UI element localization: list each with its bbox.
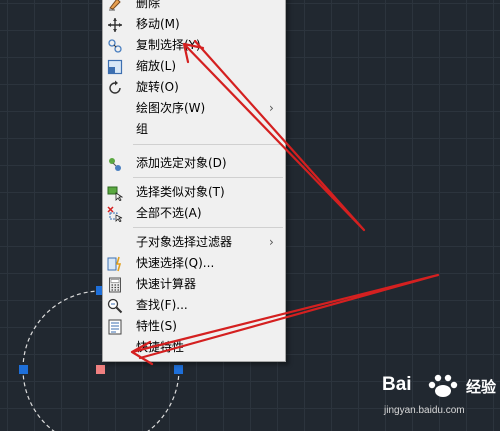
quick-select-icon: [106, 255, 123, 272]
menu-item-find[interactable]: 查找(F)...: [103, 295, 285, 316]
baidu-jingyan-watermark: Bai 经验 jingyan.baidu.com: [382, 372, 496, 424]
menu-item-delete[interactable]: 删除: [103, 0, 285, 14]
menu-label: 复制选择(Y): [136, 38, 201, 52]
context-menu: 删除 移动(M) 复制选择(Y) 缩放(L) 旋转(O) 绘图次序(W) › 组: [102, 0, 286, 362]
menu-label: 快捷特性: [136, 340, 185, 354]
grip-left[interactable]: [19, 365, 28, 374]
menu-label: 缩放(L): [136, 59, 177, 73]
menu-label: 删除: [136, 0, 161, 10]
menu-item-properties[interactable]: 特性(S): [103, 316, 285, 337]
menu-item-move[interactable]: 移动(M): [103, 14, 285, 35]
eraser-icon: [106, 0, 123, 12]
scale-icon: [106, 58, 123, 75]
watermark-brand-suffix: 经验: [466, 378, 497, 396]
menu-item-rotate[interactable]: 旋转(O): [103, 77, 285, 98]
copy-objects-icon: [106, 37, 123, 54]
move-cross-icon: [106, 16, 123, 33]
rotate-icon: [106, 79, 123, 96]
menu-label: 组: [136, 122, 149, 136]
menu-separator: [133, 177, 283, 178]
menu-label: 快速计算器: [136, 277, 197, 291]
deselect-all-icon: [106, 205, 123, 222]
menu-item-quick-select[interactable]: 快速选择(Q)...: [103, 253, 285, 274]
menu-item-scale[interactable]: 缩放(L): [103, 56, 285, 77]
menu-item-copy-selection[interactable]: 复制选择(Y): [103, 35, 285, 56]
menu-label: 子对象选择过滤器: [136, 235, 233, 249]
menu-item-add-selected[interactable]: 添加选定对象(D): [103, 153, 285, 174]
baidu-paw-icon: [423, 373, 463, 403]
menu-item-quick-properties[interactable]: 快捷特性: [103, 337, 285, 358]
menu-item-deselect-all[interactable]: 全部不选(A): [103, 203, 285, 224]
calculator-icon: [106, 276, 123, 293]
properties-icon: [106, 318, 123, 335]
grip-right[interactable]: [174, 365, 183, 374]
watermark-url: jingyan.baidu.com: [384, 405, 465, 416]
menu-item-select-similar[interactable]: 选择类似对象(T): [103, 182, 285, 203]
menu-item-draw-order[interactable]: 绘图次序(W) ›: [103, 98, 285, 119]
menu-label: 旋转(O): [136, 80, 179, 94]
menu-item-group[interactable]: 组: [103, 119, 285, 140]
submenu-arrow-icon: ›: [269, 101, 274, 115]
menu-label: 快速选择(Q)...: [136, 256, 215, 270]
add-selected-icon: [106, 155, 123, 172]
watermark-brand: Bai: [382, 374, 412, 395]
menu-label: 特性(S): [136, 319, 177, 333]
menu-label: 添加选定对象(D): [136, 156, 227, 170]
select-similar-icon: [106, 184, 123, 201]
menu-label: 移动(M): [136, 17, 180, 31]
menu-label: 绘图次序(W): [136, 101, 206, 115]
menu-label: 选择类似对象(T): [136, 185, 225, 199]
menu-label: 全部不选(A): [136, 206, 202, 220]
menu-separator: [133, 227, 283, 228]
menu-item-subobject-filter[interactable]: 子对象选择过滤器 ›: [103, 232, 285, 253]
submenu-arrow-icon: ›: [269, 235, 274, 249]
grip-center-selected[interactable]: [96, 365, 105, 374]
menu-separator: [133, 144, 283, 145]
menu-label: 查找(F)...: [136, 298, 188, 312]
find-icon: [106, 297, 123, 314]
menu-item-quick-calculator[interactable]: 快速计算器: [103, 274, 285, 295]
